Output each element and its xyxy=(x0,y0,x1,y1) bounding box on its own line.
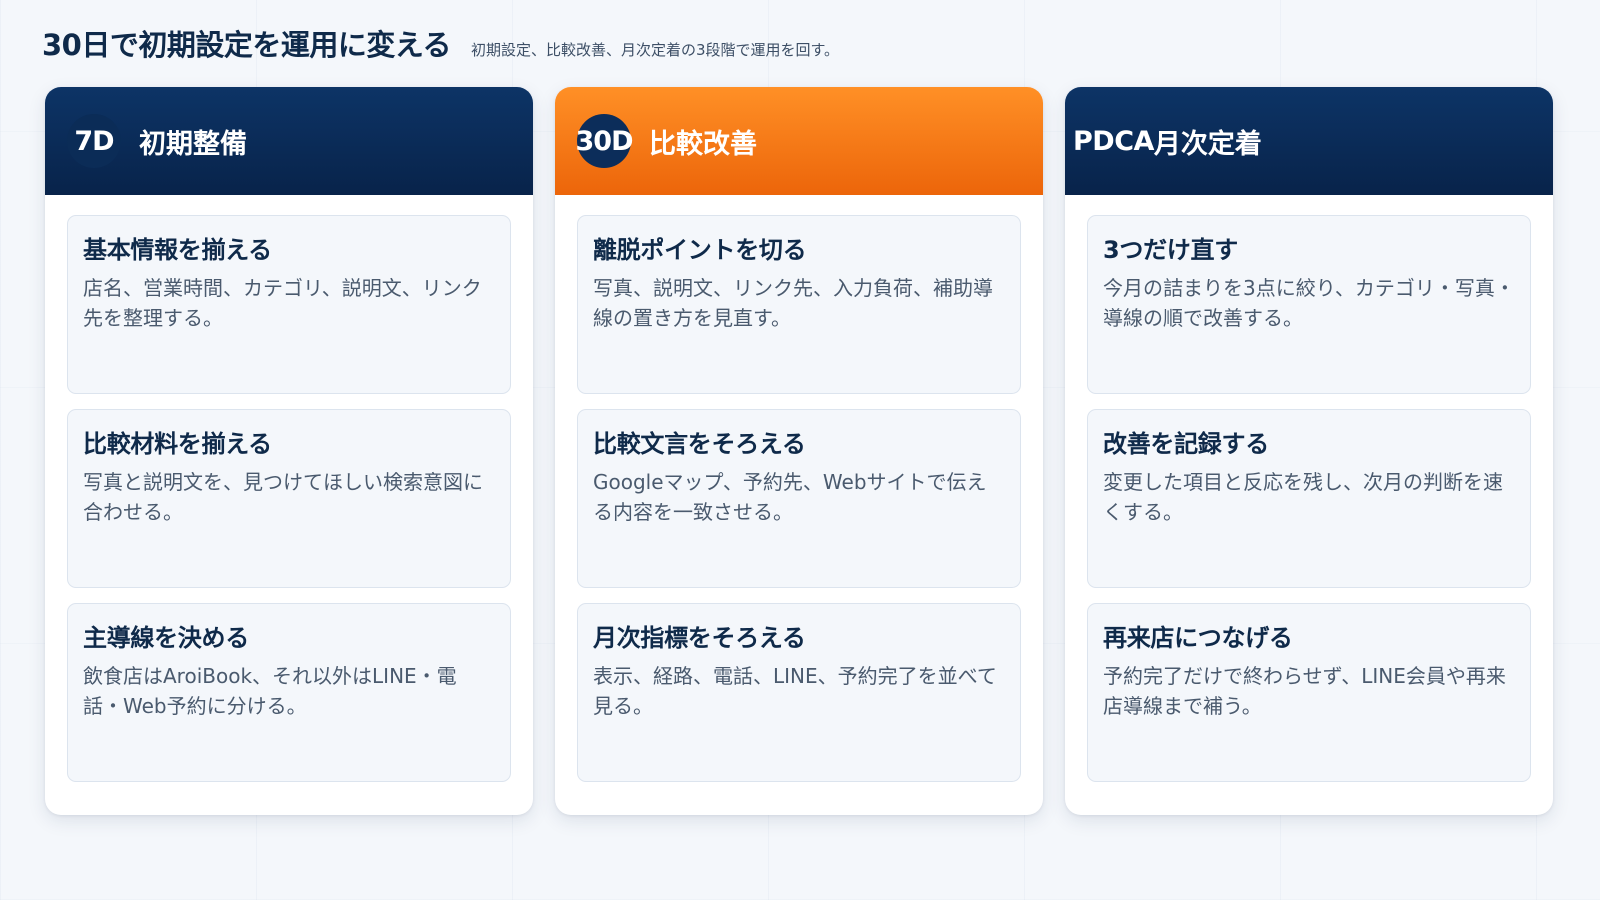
task-card: 基本情報を揃える 店名、営業時間、カテゴリ、説明文、リンク先を整理する。 xyxy=(67,215,511,394)
phase-columns: 7D 初期整備 基本情報を揃える 店名、営業時間、カテゴリ、説明文、リンク先を整… xyxy=(45,87,1553,815)
phase-column-initial: 7D 初期整備 基本情報を揃える 店名、営業時間、カテゴリ、説明文、リンク先を整… xyxy=(45,87,533,815)
card-list: 3つだけ直す 今月の詰まりを3点に絞り、カテゴリ・写真・導線の順で改善する。 改… xyxy=(1065,195,1553,782)
phase-badge: 7D xyxy=(67,114,121,168)
task-card: 比較文言をそろえる Googleマップ、予約先、Webサイトで伝える内容を一致さ… xyxy=(577,409,1021,588)
page-header: 30日で初期設定を運用に変える 初期設定、比較改善、月次定着の3段階で運用を回す… xyxy=(42,22,839,64)
card-text: 予約完了だけで終わらせず、LINE会員や再来店導線まで補う。 xyxy=(1103,664,1506,718)
card-text: Googleマップ、予約先、Webサイトで伝える内容を一致させる。 xyxy=(593,470,987,524)
phase-title: 比較改善 xyxy=(649,128,757,160)
phase-badge: PDCA xyxy=(1073,112,1154,170)
card-text: 飲食店はAroiBook、それ以外はLINE・電話・Web予約に分ける。 xyxy=(83,664,457,718)
card-title: 主導線を決める xyxy=(83,624,249,652)
phase-column-monthly: PDCA 月次定着 3つだけ直す 今月の詰まりを3点に絞り、カテゴリ・写真・導線… xyxy=(1065,87,1553,815)
card-text: 写真、説明文、リンク先、入力負荷、補助導線の置き方を見直す。 xyxy=(593,276,993,330)
card-text: 表示、経路、電話、LINE、予約完了を並べて見る。 xyxy=(593,664,997,718)
phase-header: PDCA 月次定着 xyxy=(1065,87,1553,195)
card-text: 今月の詰まりを3点に絞り、カテゴリ・写真・導線の順で改善する。 xyxy=(1103,276,1515,330)
card-title: 再来店につなげる xyxy=(1103,624,1293,652)
task-card: 改善を記録する 変更した項目と反応を残し、次月の判断を速くする。 xyxy=(1087,409,1531,588)
card-title: 改善を記録する xyxy=(1103,430,1269,458)
task-card: 主導線を決める 飲食店はAroiBook、それ以外はLINE・電話・Web予約に… xyxy=(67,603,511,782)
card-title: 比較材料を揃える xyxy=(83,430,272,458)
card-list: 離脱ポイントを切る 写真、説明文、リンク先、入力負荷、補助導線の置き方を見直す。… xyxy=(555,195,1043,782)
phase-column-compare: 30D 比較改善 離脱ポイントを切る 写真、説明文、リンク先、入力負荷、補助導線… xyxy=(555,87,1043,815)
task-card: 離脱ポイントを切る 写真、説明文、リンク先、入力負荷、補助導線の置き方を見直す。 xyxy=(577,215,1021,394)
task-card: 3つだけ直す 今月の詰まりを3点に絞り、カテゴリ・写真・導線の順で改善する。 xyxy=(1087,215,1531,394)
card-title: 月次指標をそろえる xyxy=(593,624,806,652)
card-title: 基本情報を揃える xyxy=(83,236,272,264)
phase-badge: 30D xyxy=(576,114,634,168)
phase-title: 月次定着 xyxy=(1153,128,1262,160)
card-text: 写真と説明文を、見つけてほしい検索意図に合わせる。 xyxy=(83,470,483,524)
page-subtitle: 初期設定、比較改善、月次定着の3段階で運用を回す。 xyxy=(471,41,840,59)
task-card: 比較材料を揃える 写真と説明文を、見つけてほしい検索意図に合わせる。 xyxy=(67,409,511,588)
task-card: 再来店につなげる 予約完了だけで終わらせず、LINE会員や再来店導線まで補う。 xyxy=(1087,603,1531,782)
card-title: 比較文言をそろえる xyxy=(593,430,806,458)
task-card: 月次指標をそろえる 表示、経路、電話、LINE、予約完了を並べて見る。 xyxy=(577,603,1021,782)
page-title: 30日で初期設定を運用に変える xyxy=(42,28,452,62)
card-list: 基本情報を揃える 店名、営業時間、カテゴリ、説明文、リンク先を整理する。 比較材… xyxy=(45,195,533,782)
card-title: 離脱ポイントを切る xyxy=(593,236,807,264)
card-title: 3つだけ直す xyxy=(1103,236,1238,264)
card-text: 店名、営業時間、カテゴリ、説明文、リンク先を整理する。 xyxy=(83,276,482,330)
card-text: 変更した項目と反応を残し、次月の判断を速くする。 xyxy=(1103,470,1503,524)
phase-header: 7D 初期整備 xyxy=(45,87,533,195)
phase-title: 初期整備 xyxy=(139,128,247,160)
phase-header: 30D 比較改善 xyxy=(555,87,1043,195)
